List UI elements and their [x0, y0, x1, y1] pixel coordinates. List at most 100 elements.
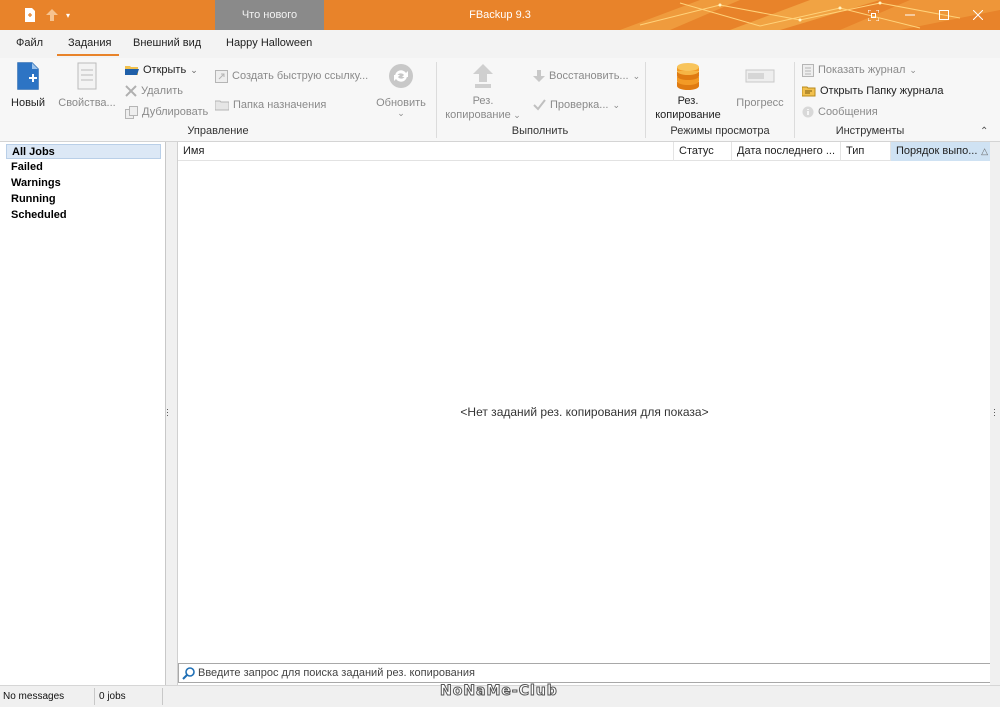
column-execution-order[interactable]: Порядок выпо... △ — [891, 142, 991, 161]
sidebar-item-warnings[interactable]: Warnings — [6, 176, 161, 191]
messages-label: Сообщения — [818, 106, 878, 118]
collapse-ribbon-icon[interactable]: ⌃ — [980, 126, 988, 137]
ribbon: Новый Свойства... Открыть ⌄ Удалить Дубл… — [0, 58, 1000, 142]
delete-button[interactable]: Удалить — [125, 83, 183, 99]
restore-button[interactable]: Восстановить... ⌄ — [533, 68, 640, 84]
tab-jobs[interactable]: Задания — [68, 37, 111, 49]
info-icon — [802, 106, 814, 118]
job-search-input[interactable] — [198, 665, 978, 681]
tab-happy-halloween[interactable]: Happy Halloween — [226, 37, 312, 49]
column-type[interactable]: Тип — [841, 142, 891, 161]
open-button[interactable]: Открыть ⌄ — [125, 62, 198, 78]
job-search-box[interactable] — [178, 663, 991, 683]
quick-access-dropdown-icon[interactable]: ▾ — [62, 0, 74, 30]
open-log-folder-label: Открыть Папку журнала — [820, 85, 944, 97]
status-messages: No messages — [3, 691, 65, 702]
sort-ascending-icon: △ — [981, 146, 988, 156]
properties-icon — [77, 62, 97, 90]
destination-folder-button[interactable]: Папка назначения — [215, 97, 326, 113]
new-quick-icon[interactable] — [20, 0, 40, 30]
destination-folder-label: Папка назначения — [233, 99, 327, 111]
delete-label: Удалить — [141, 85, 183, 97]
empty-list-message: <Нет заданий рез. копирования для показа… — [460, 405, 709, 419]
backup-quick-icon[interactable] — [42, 0, 62, 30]
destination-folder-icon — [215, 100, 229, 111]
folder-open-icon — [125, 66, 139, 75]
new-button-label: Новый — [11, 97, 45, 109]
open-label: Открыть — [143, 64, 187, 76]
test-button[interactable]: Проверка... ⌄ — [533, 97, 620, 113]
show-log-dropdown-icon: ⌄ — [909, 64, 917, 75]
close-icon[interactable] — [961, 0, 995, 30]
show-log-button[interactable]: Показать журнал ⌄ — [802, 62, 917, 78]
check-icon — [533, 99, 546, 111]
restore-label: Восстановить... — [549, 70, 629, 82]
backup-run-label-line1: Рез. — [472, 95, 494, 107]
log-icon — [802, 63, 814, 77]
group-label-tools: Инструменты — [835, 125, 905, 137]
ribbon-tabs: Файл Задания Внешний вид Happy Halloween — [0, 30, 1000, 58]
test-dropdown-icon: ⌄ — [612, 99, 620, 110]
tab-view[interactable]: Внешний вид — [133, 37, 201, 49]
search-icon — [182, 667, 195, 680]
view-backup-label-line2: копирование — [655, 109, 721, 121]
create-quick-link-button[interactable]: Создать быструю ссылку... — [215, 68, 368, 84]
backup-run-button[interactable]: Рез. копирование ⌄ — [444, 62, 522, 122]
jobs-list: Имя Статус Дата последнего ... Тип Поряд… — [177, 142, 991, 685]
group-label-execute: Выполнить — [511, 125, 569, 137]
view-backup-button[interactable]: Рез. копирование — [652, 62, 724, 122]
active-tab-indicator — [57, 54, 119, 56]
quick-link-label: Создать быструю ссылку... — [232, 70, 369, 82]
status-divider — [162, 688, 163, 705]
view-backup-label-line1: Рез. — [677, 95, 699, 107]
refresh-dropdown-icon: ⌄ — [397, 108, 405, 118]
right-panel-splitter[interactable]: · · · — [990, 142, 1000, 685]
ribbon-separator — [645, 62, 646, 138]
new-job-icon — [17, 62, 39, 90]
splitter-grip-icon: · · · — [166, 404, 169, 420]
progress-label: Прогресс — [736, 97, 784, 109]
new-button[interactable]: Новый — [8, 62, 48, 110]
open-log-folder-button[interactable]: Открыть Папку журнала — [802, 83, 943, 99]
duplicate-label: Дублировать — [142, 106, 209, 118]
column-last-date[interactable]: Дата последнего ... — [732, 142, 841, 161]
status-job-count: 0 jobs — [99, 691, 126, 702]
duplicate-button[interactable]: Дублировать — [125, 104, 208, 120]
log-folder-icon — [802, 86, 816, 97]
properties-label: Свойства... — [58, 97, 116, 109]
job-filter-panel: All Jobs Failed Warnings Running Schedul… — [0, 142, 166, 685]
column-status[interactable]: Статус — [674, 142, 732, 161]
title-bar: ▾ Что нового FBackup 9.3 — [0, 0, 1000, 30]
sidebar-item-running[interactable]: Running — [6, 192, 161, 207]
right-splitter-grip-icon: · · · — [993, 404, 996, 420]
restore-dropdown-icon: ⌄ — [632, 70, 641, 81]
sidebar-item-scheduled[interactable]: Scheduled — [6, 208, 161, 223]
properties-button[interactable]: Свойства... — [58, 62, 116, 110]
sidebar-item-all-jobs[interactable]: All Jobs — [6, 144, 161, 159]
minimize-icon[interactable] — [893, 0, 927, 30]
coins-stack-icon — [677, 63, 699, 90]
panel-splitter[interactable]: · · · — [166, 142, 177, 685]
delete-icon — [125, 85, 137, 97]
fullscreen-icon[interactable] — [856, 0, 890, 30]
ribbon-separator — [436, 62, 437, 138]
whats-new-tab[interactable]: Что нового — [215, 0, 324, 30]
column-name[interactable]: Имя — [178, 142, 674, 161]
test-label: Проверка... — [550, 99, 609, 111]
messages-button[interactable]: Сообщения — [802, 104, 878, 120]
tab-file[interactable]: Файл — [16, 37, 43, 49]
show-log-label: Показать журнал — [818, 64, 906, 76]
ribbon-separator — [794, 62, 795, 138]
progress-button[interactable]: Прогресс — [730, 62, 790, 110]
maximize-icon[interactable] — [927, 0, 961, 30]
open-dropdown-icon: ⌄ — [190, 64, 198, 75]
sidebar-item-failed[interactable]: Failed — [6, 160, 161, 175]
column-execution-order-label: Порядок выпо... — [896, 145, 978, 157]
group-label-view-modes: Режимы просмотра — [670, 125, 770, 137]
backup-run-label-line2: копирование — [445, 109, 511, 121]
watermark-logo: NoNaMe-Club — [440, 683, 558, 700]
backup-run-icon — [473, 64, 493, 88]
status-divider — [94, 688, 95, 705]
restore-icon — [533, 69, 545, 82]
refresh-button[interactable]: Обновить ⌄ — [373, 62, 429, 118]
